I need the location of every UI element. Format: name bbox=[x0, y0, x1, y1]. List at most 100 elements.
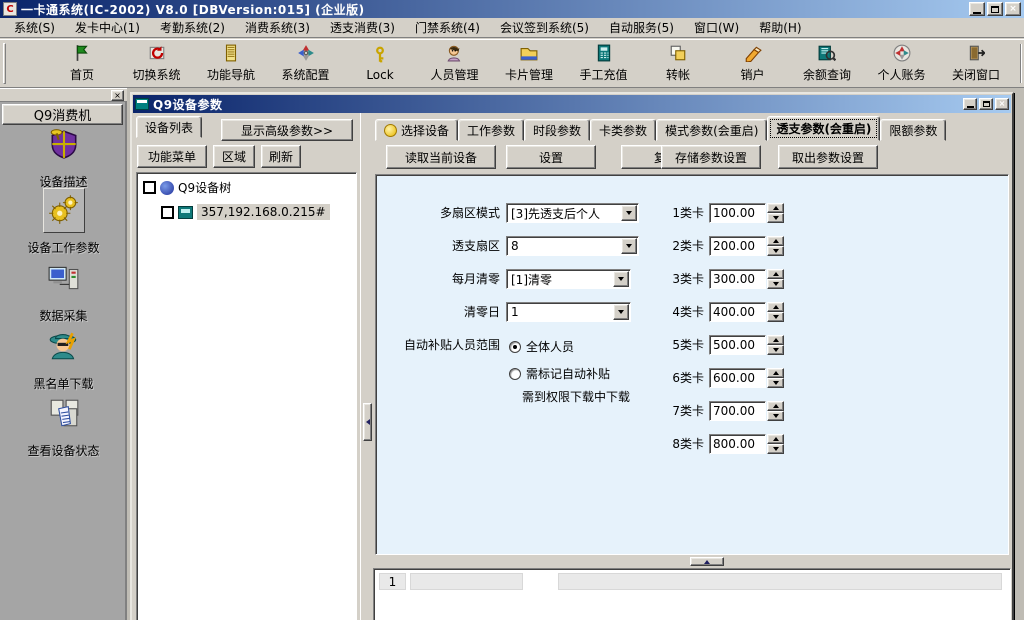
multi-sector-mode-combo[interactable]: [3]先透支后个人 bbox=[506, 203, 639, 223]
spin-down-icon[interactable] bbox=[767, 279, 784, 289]
tab-overdraft-params[interactable]: 透支参数(会重启) bbox=[767, 116, 880, 141]
spin-down-icon[interactable] bbox=[767, 411, 784, 421]
toolbar-balance-query[interactable]: 余额查询 bbox=[799, 42, 855, 85]
card5-limit-field[interactable]: 500.00 bbox=[709, 335, 784, 355]
grid-row-header[interactable]: 1 bbox=[379, 573, 406, 590]
card-value[interactable]: 300.00 bbox=[709, 269, 766, 289]
spin-up-icon[interactable] bbox=[767, 401, 784, 411]
card-value[interactable]: 500.00 bbox=[709, 335, 766, 355]
menu-autoservice[interactable]: 自动服务(5) bbox=[599, 17, 684, 38]
tree-root-checkbox[interactable] bbox=[143, 181, 156, 194]
function-menu-button[interactable]: 功能菜单 bbox=[137, 145, 207, 168]
menu-overdraft[interactable]: 透支消费(3) bbox=[320, 17, 405, 38]
toolbar-system-config[interactable]: 系统配置 bbox=[278, 42, 334, 85]
spin-up-icon[interactable] bbox=[767, 302, 784, 312]
toolbar-person-manage[interactable]: 人员管理 bbox=[427, 42, 483, 85]
restore-button[interactable] bbox=[987, 2, 1003, 16]
tab-period-params[interactable]: 时段参数 bbox=[524, 119, 590, 141]
read-current-device-button[interactable]: 读取当前设备 bbox=[386, 145, 496, 169]
spin-down-icon[interactable] bbox=[767, 312, 784, 322]
sidebar-close-button[interactable]: × bbox=[111, 90, 124, 101]
tree-root-label[interactable]: Q9设备树 bbox=[178, 179, 231, 196]
toolbar-switch-system[interactable]: 切换系统 bbox=[129, 42, 185, 85]
card-value[interactable]: 200.00 bbox=[709, 236, 766, 256]
card1-limit-field[interactable]: 100.00 bbox=[709, 203, 784, 223]
store-params-button[interactable]: 存储参数设置 bbox=[661, 145, 761, 169]
toolbar-card-manage[interactable]: 卡片管理 bbox=[501, 42, 557, 85]
menu-consume[interactable]: 消费系统(3) bbox=[235, 17, 320, 38]
menu-meeting[interactable]: 会议签到系统(5) bbox=[490, 17, 599, 38]
sidebar-item-blacklist-download[interactable]: 黑名单下载 bbox=[0, 326, 127, 392]
sidebar-group-header[interactable]: Q9消费机 bbox=[2, 104, 123, 125]
radio-unselected-icon[interactable] bbox=[509, 368, 521, 380]
tab-limit-params[interactable]: 限额参数 bbox=[880, 119, 946, 141]
tab-device-list[interactable]: 设备列表 bbox=[136, 116, 202, 138]
tab-mode-params[interactable]: 模式参数(会重启) bbox=[656, 119, 767, 141]
child-close-button[interactable]: × bbox=[995, 98, 1009, 110]
grid-header-cell[interactable] bbox=[410, 573, 523, 590]
menu-window[interactable]: 窗口(W) bbox=[684, 17, 749, 38]
menu-card-center[interactable]: 发卡中心(1) bbox=[65, 17, 150, 38]
show-advanced-params-button[interactable]: 显示高级参数>> bbox=[221, 119, 353, 141]
splitter-collapse-button[interactable] bbox=[363, 403, 372, 441]
radio-selected-icon[interactable] bbox=[509, 341, 521, 353]
toolbar-function-nav[interactable]: 功能导航 bbox=[203, 42, 259, 85]
toolbar-close-account[interactable]: 销户 bbox=[725, 42, 781, 85]
splitter-collapse-up-button[interactable] bbox=[690, 557, 724, 566]
toolbar-home[interactable]: 首页 bbox=[54, 42, 110, 85]
menu-help[interactable]: 帮助(H) bbox=[749, 17, 811, 38]
menu-attendance[interactable]: 考勤系统(2) bbox=[150, 17, 235, 38]
child-minimize-button[interactable] bbox=[963, 98, 977, 110]
toolbar-lock[interactable]: Lock bbox=[352, 42, 408, 85]
sidebar-item-data-collect[interactable]: 数据采集 bbox=[0, 258, 127, 324]
toolbar-manual-recharge[interactable]: 手工充值 bbox=[576, 42, 632, 85]
spin-up-icon[interactable] bbox=[767, 434, 784, 444]
region-button[interactable]: 区域 bbox=[213, 145, 255, 168]
spin-down-icon[interactable] bbox=[767, 345, 784, 355]
radio-all-persons[interactable]: 全体人员 bbox=[509, 338, 574, 355]
grid-header-cell[interactable] bbox=[558, 573, 1002, 590]
refresh-button[interactable]: 刷新 bbox=[261, 145, 301, 168]
card-value[interactable]: 600.00 bbox=[709, 368, 766, 388]
card4-limit-field[interactable]: 400.00 bbox=[709, 302, 784, 322]
tree-node-checkbox[interactable] bbox=[161, 206, 174, 219]
spin-down-icon[interactable] bbox=[767, 378, 784, 388]
card3-limit-field[interactable]: 300.00 bbox=[709, 269, 784, 289]
card7-limit-field[interactable]: 700.00 bbox=[709, 401, 784, 421]
card-value[interactable]: 100.00 bbox=[709, 203, 766, 223]
spin-down-icon[interactable] bbox=[767, 246, 784, 256]
card8-limit-field[interactable]: 800.00 bbox=[709, 434, 784, 454]
child-maximize-button[interactable] bbox=[979, 98, 993, 110]
card6-limit-field[interactable]: 600.00 bbox=[709, 368, 784, 388]
tree-node-row[interactable]: 357,192.168.0.215# bbox=[161, 204, 356, 220]
card2-limit-field[interactable]: 200.00 bbox=[709, 236, 784, 256]
radio-marked-subsidy[interactable]: 需标记自动补贴 bbox=[509, 365, 610, 382]
sidebar-item-device-params[interactable]: 设备工作参数 bbox=[0, 188, 127, 256]
sidebar-item-device-desc[interactable]: 设备描述 bbox=[0, 124, 127, 190]
spin-down-icon[interactable] bbox=[767, 213, 784, 223]
spin-up-icon[interactable] bbox=[767, 269, 784, 279]
toolbar-close-window[interactable]: 关闭窗口 bbox=[948, 42, 1004, 85]
spin-down-icon[interactable] bbox=[767, 444, 784, 454]
toolbar-personal-account[interactable]: 个人账务 bbox=[874, 42, 930, 85]
menu-system[interactable]: 系统(S) bbox=[4, 17, 65, 38]
menu-access[interactable]: 门禁系统(4) bbox=[405, 17, 490, 38]
clear-day-combo[interactable]: 1 bbox=[506, 302, 631, 322]
tab-work-params[interactable]: 工作参数 bbox=[458, 119, 524, 141]
horizontal-splitter[interactable] bbox=[375, 555, 1009, 568]
spin-up-icon[interactable] bbox=[767, 335, 784, 345]
sidebar-item-device-status[interactable]: 查看设备状态 bbox=[0, 393, 127, 459]
minimize-button[interactable] bbox=[969, 2, 985, 16]
close-button[interactable]: × bbox=[1005, 2, 1021, 16]
card-value[interactable]: 400.00 bbox=[709, 302, 766, 322]
tree-root-row[interactable]: Q9设备树 bbox=[143, 179, 356, 196]
toolbar-transfer[interactable]: 转帐 bbox=[650, 42, 706, 85]
card-value[interactable]: 700.00 bbox=[709, 401, 766, 421]
load-params-button[interactable]: 取出参数设置 bbox=[778, 145, 878, 169]
monthly-clear-combo[interactable]: [1]清零 bbox=[506, 269, 631, 289]
spin-up-icon[interactable] bbox=[767, 236, 784, 246]
tab-select-device[interactable]: 选择设备 bbox=[375, 119, 458, 141]
tree-node-label[interactable]: 357,192.168.0.215# bbox=[197, 204, 330, 220]
vertical-splitter[interactable] bbox=[360, 113, 373, 620]
spin-up-icon[interactable] bbox=[767, 368, 784, 378]
